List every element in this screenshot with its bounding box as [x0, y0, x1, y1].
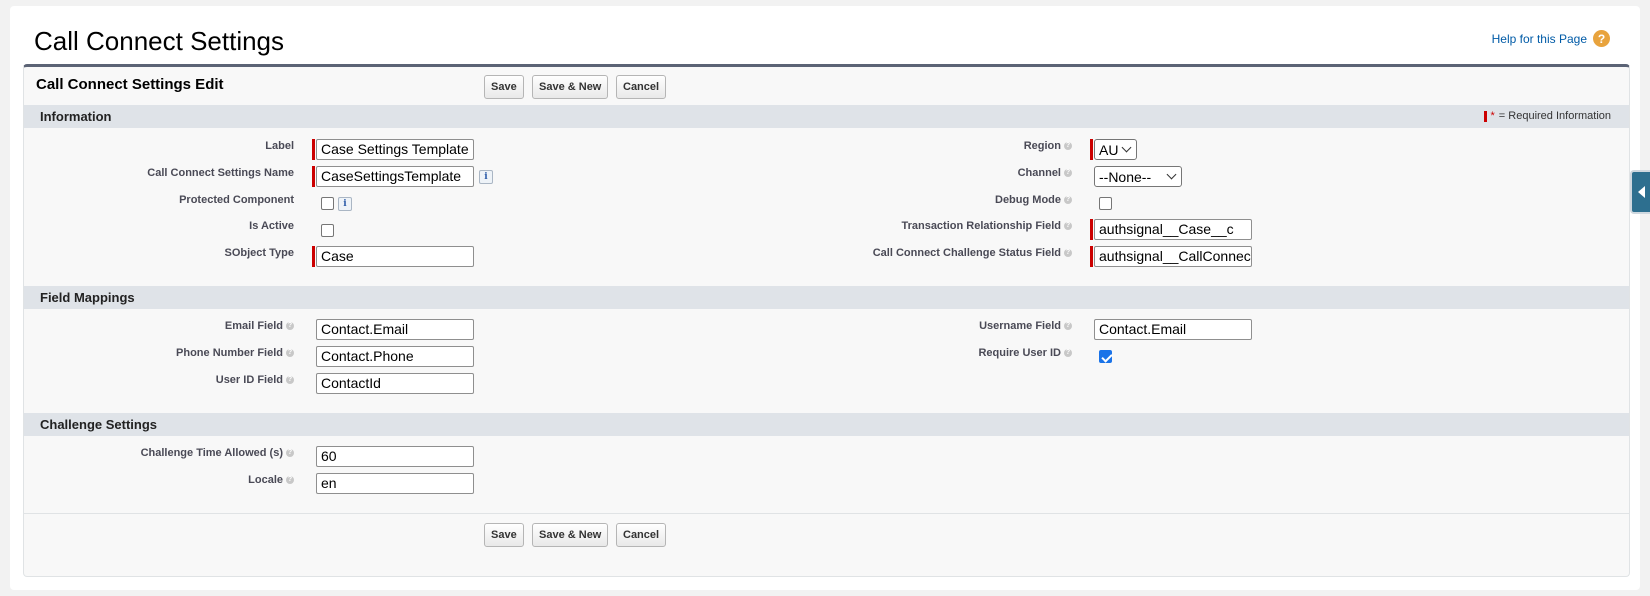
- label-input[interactable]: Case Settings Template: [316, 139, 474, 160]
- region-value: AU: [1099, 141, 1119, 158]
- challenge-status-input[interactable]: authsignal__CallConnectChallengeStatus__…: [1094, 246, 1252, 267]
- username-field-label: Username Field?: [979, 320, 1072, 332]
- challenge-status-label-text: Call Connect Challenge Status Field: [872, 247, 1061, 259]
- transaction-field-input[interactable]: authsignal__Case__c: [1094, 219, 1252, 240]
- required-bar-settings-name: [312, 166, 315, 187]
- challenge-status-label: Call Connect Challenge Status Field?: [873, 247, 1072, 259]
- region-select[interactable]: AU: [1094, 139, 1137, 160]
- settings-name-input[interactable]: CaseSettingsTemplate: [316, 166, 474, 187]
- help-dot-icon[interactable]: ?: [1064, 169, 1072, 178]
- required-bar-sobject: [312, 246, 315, 267]
- locale-label: Locale?: [248, 474, 294, 486]
- is-active-checkbox[interactable]: [321, 224, 334, 237]
- challenge-time-input[interactable]: 60: [316, 446, 474, 467]
- required-legend-text: = Required Information: [1498, 110, 1611, 122]
- is-active-label: Is Active: [249, 220, 294, 232]
- side-panel-toggle[interactable]: [1630, 170, 1650, 214]
- section-header-information: Information * = Required Information: [24, 105, 1629, 128]
- save-new-button-bottom[interactable]: Save & New: [532, 523, 609, 547]
- debug-mode-label-text: Debug Mode: [995, 194, 1061, 206]
- help-dot-icon[interactable]: ?: [286, 476, 294, 485]
- protected-component-checkbox[interactable]: [321, 197, 334, 210]
- help-dot-icon[interactable]: ?: [286, 449, 294, 458]
- required-bar-transaction: [1090, 219, 1093, 240]
- chevron-down-icon: [1166, 169, 1177, 180]
- help-link[interactable]: Help for this Page: [1492, 32, 1587, 46]
- transaction-field-label: Transaction Relationship Field?: [901, 220, 1072, 232]
- transaction-field-label-text: Transaction Relationship Field: [901, 220, 1061, 232]
- phone-field-label-text: Phone Number Field: [176, 347, 283, 359]
- require-user-id-checkbox[interactable]: [1099, 350, 1112, 363]
- help-dot-icon[interactable]: ?: [286, 376, 294, 385]
- protected-component-label: Protected Component: [179, 194, 294, 206]
- save-button-bottom[interactable]: Save: [484, 523, 524, 547]
- required-asterisk: *: [1490, 110, 1495, 122]
- section-title-challenge: Challenge Settings: [40, 417, 158, 432]
- required-marker: [1483, 110, 1487, 122]
- username-field-label-text: Username Field: [979, 320, 1061, 332]
- help-dot-icon[interactable]: ?: [286, 322, 294, 331]
- locale-input[interactable]: en: [316, 473, 474, 494]
- user-id-field-label-text: User ID Field: [215, 374, 283, 386]
- challenge-time-label-text: Challenge Time Allowed (s): [140, 447, 283, 459]
- footer-divider: [24, 513, 1629, 514]
- section-header-challenge: Challenge Settings: [24, 413, 1629, 436]
- help-dot-icon[interactable]: ?: [286, 349, 294, 358]
- section-title-information: Information: [40, 109, 112, 124]
- email-field-input[interactable]: Contact.Email: [316, 319, 474, 340]
- required-legend: * = Required Information: [1483, 110, 1611, 122]
- sobject-type-input[interactable]: Case: [316, 246, 474, 267]
- debug-mode-label: Debug Mode?: [995, 194, 1072, 206]
- section-title-field-mappings: Field Mappings: [40, 290, 135, 305]
- user-id-field-input[interactable]: ContactId: [316, 373, 474, 394]
- required-bar-challenge-status: [1090, 246, 1093, 267]
- help-area: Help for this Page ?: [1492, 30, 1610, 47]
- require-user-id-label: Require User ID?: [978, 347, 1072, 359]
- email-field-label: Email Field?: [225, 320, 294, 332]
- help-dot-icon[interactable]: ?: [1064, 222, 1072, 231]
- help-dot-icon[interactable]: ?: [1064, 322, 1072, 331]
- section-header-field-mappings: Field Mappings: [24, 286, 1629, 309]
- username-field-input[interactable]: Contact.Email: [1094, 319, 1252, 340]
- cancel-button-top[interactable]: Cancel: [616, 75, 667, 99]
- help-dot-icon[interactable]: ?: [1064, 249, 1072, 258]
- required-bar-label: [312, 139, 315, 160]
- channel-select[interactable]: --None--: [1094, 166, 1182, 187]
- user-id-field-label: User ID Field?: [216, 374, 294, 386]
- debug-mode-checkbox[interactable]: [1099, 197, 1112, 210]
- channel-value: --None--: [1099, 168, 1152, 185]
- save-new-button-top[interactable]: Save & New: [532, 75, 609, 99]
- help-dot-icon[interactable]: ?: [1064, 142, 1072, 151]
- help-icon[interactable]: ?: [1593, 30, 1610, 47]
- region-label-text: Region: [1023, 140, 1061, 152]
- triangle-left-icon: [1637, 186, 1645, 198]
- challenge-time-label: Challenge Time Allowed (s)?: [141, 447, 294, 459]
- settings-name-label: Call Connect Settings Name: [147, 167, 294, 179]
- sobject-type-label: SObject Type: [224, 247, 294, 259]
- email-field-label-text: Email Field: [224, 320, 283, 332]
- channel-label: Channel?: [1018, 167, 1072, 179]
- block-title: Call Connect Settings Edit: [36, 76, 224, 93]
- save-button-top[interactable]: Save: [484, 75, 524, 99]
- page-container: Call Connect Settings Help for this Page…: [10, 6, 1640, 590]
- info-icon[interactable]: i: [338, 197, 352, 211]
- cancel-button-bottom[interactable]: Cancel: [616, 523, 667, 547]
- require-user-id-label-text: Require User ID: [978, 347, 1061, 359]
- locale-label-text: Locale: [248, 474, 283, 486]
- phone-field-label: Phone Number Field?: [176, 347, 294, 359]
- region-label: Region?: [1024, 140, 1072, 152]
- info-icon[interactable]: i: [479, 170, 493, 184]
- edit-block: Call Connect Settings Edit Save Save & N…: [23, 64, 1630, 577]
- page-title: Call Connect Settings: [34, 26, 285, 56]
- channel-label-text: Channel: [1017, 167, 1061, 179]
- phone-field-input[interactable]: Contact.Phone: [316, 346, 474, 367]
- label-field-label: Label: [265, 140, 294, 152]
- help-dot-icon[interactable]: ?: [1064, 349, 1072, 358]
- chevron-down-icon: [1121, 142, 1132, 153]
- required-bar-region: [1090, 139, 1093, 160]
- help-dot-icon[interactable]: ?: [1064, 196, 1072, 205]
